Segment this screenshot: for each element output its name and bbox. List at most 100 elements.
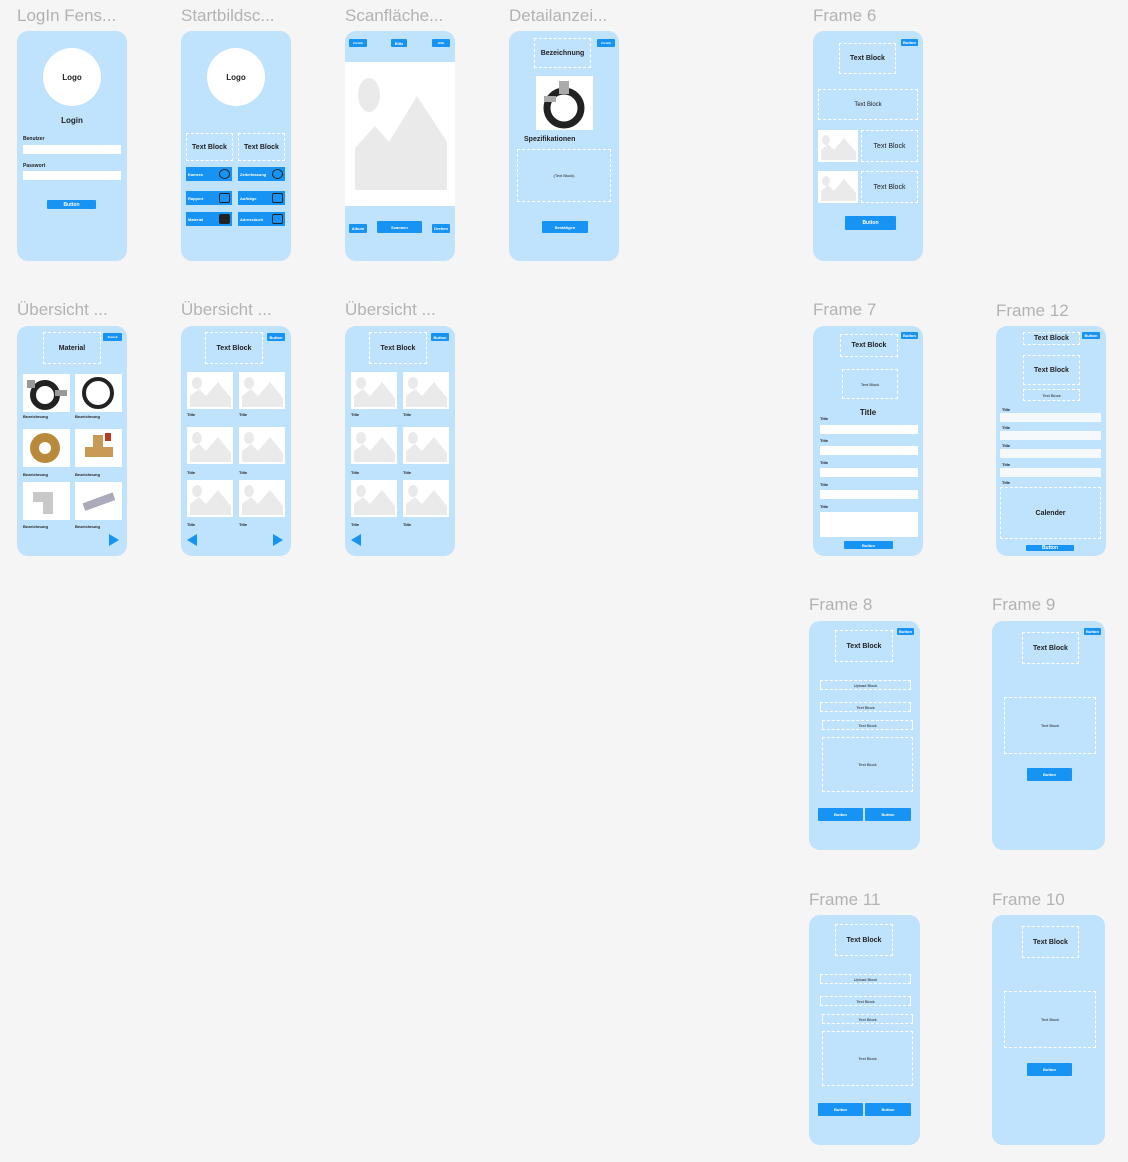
orders-icon (272, 193, 283, 203)
album-button[interactable]: Album (349, 224, 367, 233)
text-field[interactable] (1000, 431, 1101, 440)
overview-frame-3: Button Text Block Title Title Title Titl… (345, 326, 455, 556)
username-input[interactable] (23, 145, 121, 154)
text-block: Text Block (822, 720, 913, 730)
image-icon (406, 432, 447, 462)
previous-arrow-icon[interactable] (351, 534, 361, 546)
flash-button[interactable]: Blitz (391, 39, 407, 47)
scan-button[interactable]: Scannen (377, 221, 422, 233)
button[interactable]: Button (865, 1103, 911, 1116)
text-field[interactable] (1000, 449, 1101, 458)
image-placeholder[interactable] (351, 427, 397, 464)
button[interactable]: Button (818, 808, 863, 821)
text-block: Text Block (205, 332, 263, 364)
login-button[interactable]: Button (47, 200, 96, 209)
text-block: Text Block (835, 924, 893, 956)
item-title: Title (351, 412, 360, 417)
address-book-icon (272, 214, 283, 224)
next-arrow-icon[interactable] (273, 534, 283, 546)
previous-arrow-icon[interactable] (187, 534, 197, 546)
text-field[interactable] (1000, 468, 1101, 477)
top-button[interactable]: Button (897, 628, 914, 635)
button[interactable]: Button (845, 216, 896, 230)
address-book-button[interactable]: Adressbuch (238, 212, 285, 226)
image-icon (821, 135, 856, 160)
clock-icon (272, 169, 283, 179)
button[interactable]: Button (1027, 768, 1072, 781)
password-input[interactable] (23, 171, 121, 180)
elbow-fitting-image (33, 492, 53, 514)
image-placeholder[interactable] (403, 372, 449, 409)
upload-block[interactable]: Upload Block (820, 680, 911, 690)
top-button[interactable]: Button (267, 333, 285, 341)
image-placeholder[interactable] (239, 480, 285, 517)
detail-frame: Zurück Bezeichnung Spezifikationen (Text… (509, 31, 619, 261)
product-image[interactable] (23, 429, 70, 467)
image-placeholder[interactable] (351, 372, 397, 409)
item-title: Title (187, 522, 196, 527)
text-block: Text Block (842, 369, 898, 399)
text-field[interactable] (820, 490, 918, 499)
back-button[interactable]: Zurück (597, 39, 615, 47)
frame-label-detail: Detailanzei... (509, 6, 608, 25)
orders-button[interactable]: Aufträge (238, 191, 285, 205)
top-button[interactable]: Button (901, 39, 918, 46)
confirm-button[interactable]: Bestätigen (542, 221, 588, 233)
image-placeholder[interactable] (187, 372, 233, 409)
field-label: Title (1002, 480, 1011, 485)
camera-button[interactable]: Kamera (186, 167, 232, 181)
text-block: Text Block (1004, 697, 1096, 754)
product-image[interactable] (23, 374, 70, 412)
top-button[interactable]: Button (1082, 332, 1100, 339)
image-placeholder[interactable] (403, 480, 449, 517)
image-placeholder[interactable] (403, 427, 449, 464)
frame-label-12: Frame 12 (996, 301, 1069, 320)
frame-label-7: Frame 7 (813, 300, 877, 319)
rotate-button[interactable]: Drehen (432, 224, 450, 233)
image-placeholder[interactable] (239, 427, 285, 464)
report-button[interactable]: Rapport (186, 191, 232, 205)
product-image[interactable] (75, 429, 122, 467)
back-button[interactable]: Zurück (349, 39, 367, 47)
button[interactable]: Button (865, 808, 911, 821)
field-label: Title (820, 504, 829, 509)
text-block: Text Block (861, 171, 918, 203)
logo: Logo (207, 48, 265, 106)
text-field[interactable] (820, 446, 918, 455)
back-button[interactable]: Zurück (103, 333, 122, 341)
item-title: Title (351, 470, 360, 475)
upload-block[interactable]: Upload Block (820, 974, 911, 984)
submit-button[interactable]: Button (1026, 545, 1074, 551)
calendar[interactable]: Calender (1000, 487, 1101, 539)
button[interactable]: Button (818, 1103, 863, 1116)
next-arrow-icon[interactable] (109, 534, 119, 546)
text-field[interactable] (1000, 413, 1101, 422)
button[interactable]: Button (1027, 1063, 1072, 1076)
text-area[interactable] (820, 512, 918, 537)
submit-button[interactable]: Button (844, 541, 893, 549)
material-button[interactable]: Material (186, 212, 232, 226)
text-field[interactable] (820, 425, 918, 434)
text-block: Text Block (861, 130, 918, 162)
text-block: Text Block (1023, 332, 1080, 345)
product-image[interactable] (75, 482, 122, 520)
top-button[interactable]: Button (901, 332, 918, 339)
image-placeholder[interactable] (187, 480, 233, 517)
scan-frame: Zurück Blitz Hilfe Album Scannen Drehen (345, 31, 455, 261)
product-image[interactable] (75, 374, 122, 412)
text-field[interactable] (820, 468, 918, 477)
image-placeholder[interactable] (351, 480, 397, 517)
help-button[interactable]: Hilfe (432, 39, 450, 47)
top-button[interactable]: Button (431, 333, 449, 341)
product-image[interactable] (23, 482, 70, 520)
image-placeholder[interactable] (187, 427, 233, 464)
text-block: Text Block (820, 996, 911, 1006)
image-icon (354, 432, 395, 462)
time-tracking-button[interactable]: Zeiterfassung (238, 167, 285, 181)
form-title: Title (859, 408, 877, 417)
image-placeholder[interactable] (239, 372, 285, 409)
text-block: Text Block (186, 133, 233, 161)
pipe-clamp-image (27, 380, 67, 410)
menu-label: Material (188, 216, 204, 222)
top-button[interactable]: Button (1084, 628, 1101, 635)
